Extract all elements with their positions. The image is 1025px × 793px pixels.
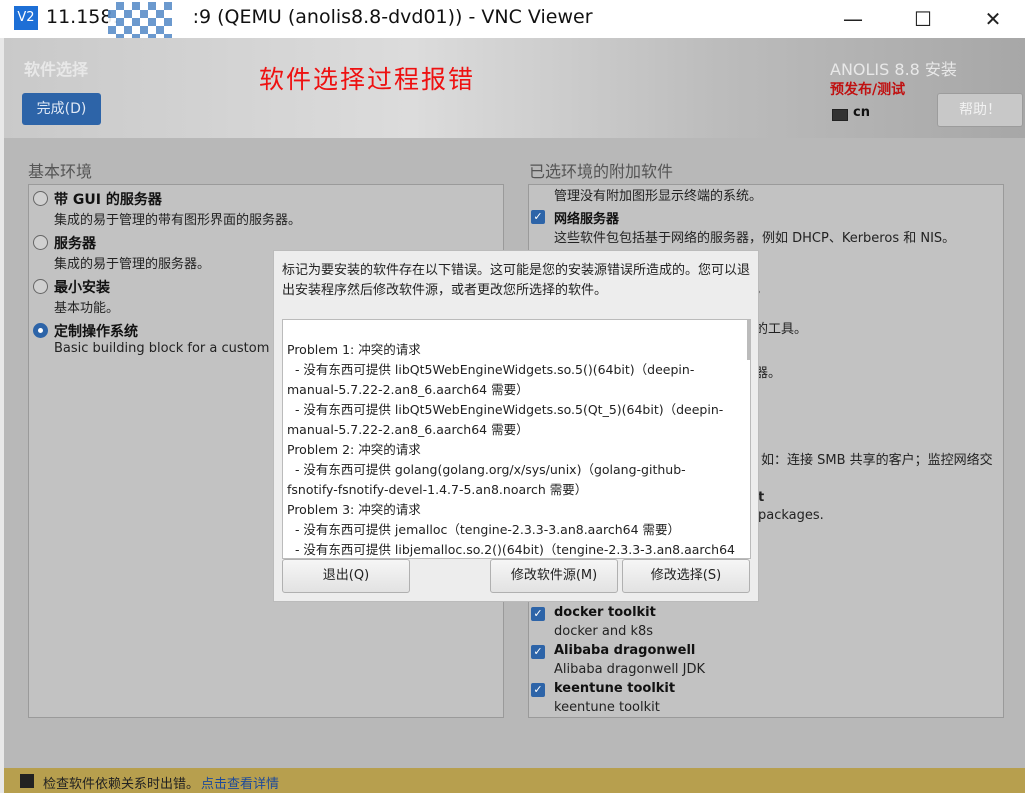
addon-fragment: packages. [758,508,824,523]
error-details-textbox[interactable]: Problem 1: 冲突的请求 - 没有东西可提供 libQt5WebEngi… [282,319,751,559]
radio-button[interactable] [33,191,48,206]
scrollbar[interactable] [747,320,750,360]
addon-fragment: 器。 [755,366,782,381]
vnc-viewer-logo-icon: V2 [14,6,38,30]
status-details-link[interactable]: 点击查看详情 [201,773,279,792]
option-description: 基本功能。 [54,301,120,316]
addon-description: docker and k8s [554,624,654,639]
option-label: 最小安装 [54,280,110,296]
prerelease-label: 预发布/测试 [830,82,906,98]
option-label: 带 GUI 的服务器 [54,192,162,208]
keyboard-layout[interactable]: cn [853,105,870,120]
dependency-error-dialog: 标记为要安装的软件存在以下错误。这可能是您的安装源错误所造成的。您可以退出安装程… [274,251,758,601]
option-description: 集成的易于管理的服务器。 [54,257,211,272]
addon-label: 网络服务器 [554,212,620,227]
error-details-text: Problem 1: 冲突的请求 - 没有东西可提供 libQt5WebEngi… [287,342,735,557]
maximize-button[interactable]: ☐ [888,0,958,38]
modify-selection-button[interactable]: 修改选择(S) [622,559,750,593]
addon-label: docker toolkit [554,605,656,620]
redacted-ip-mask [108,2,172,38]
close-button[interactable]: ✕ [958,0,1025,38]
addon-fragment: 的工具。 [755,322,808,337]
radio-button[interactable] [33,279,48,294]
window-titlebar[interactable]: V2 11.158. :9 (QEMU (anolis8.8-dvd01)) -… [0,0,1025,38]
addon-label: keentune toolkit [554,681,676,696]
addon-description-fragment: 管理没有附加图形显示终端的系统。 [554,189,763,204]
quit-button[interactable]: 退出(Q) [282,559,410,593]
warning-icon [20,774,34,788]
keyboard-icon [832,109,848,121]
addon-fragment: t [758,490,765,505]
option-label: 定制操作系统 [54,324,138,340]
page-title: 软件选择 [24,60,89,79]
addon-description: keentune toolkit [554,700,660,715]
modify-source-button[interactable]: 修改软件源(M) [490,559,618,593]
product-title: ANOLIS 8.8 安装 [830,60,957,79]
base-environment-title: 基本环境 [28,162,93,181]
option-label: 服务器 [54,236,96,252]
addons-title: 已选环境的附加软件 [529,162,674,181]
checkbox-checked[interactable]: ✓ [531,210,545,224]
addon-label: Alibaba dragonwell [554,643,696,658]
error-status-bar: 检查软件依赖关系时出错。 点击查看详情 [4,768,1025,793]
radio-button[interactable] [33,235,48,250]
addon-description: 这些软件包包括基于网络的服务器，例如 DHCP、Kerberos 和 NIS。 [554,231,956,246]
option-description: 集成的易于管理的带有图形界面的服务器。 [54,213,302,228]
addon-description: Alibaba dragonwell JDK [554,662,706,677]
status-message: 检查软件依赖关系时出错。 [43,777,200,792]
done-button[interactable]: 完成(D) [22,93,101,125]
checkbox-checked[interactable]: ✓ [531,683,545,697]
radio-button-selected[interactable] [33,323,48,338]
help-button[interactable]: 帮助！ [937,93,1023,127]
minimize-button[interactable]: — [818,0,888,38]
error-annotation: 软件选择过程报错 [259,65,476,94]
addon-fragment: 如：连接 SMB 共享的客户；监控网络交 [761,453,993,468]
dialog-message: 标记为要安装的软件存在以下错误。这可能是您的安装源错误所造成的。您可以退出安装程… [282,263,751,298]
checkbox-checked[interactable]: ✓ [531,645,545,659]
checkbox-checked[interactable]: ✓ [531,607,545,621]
